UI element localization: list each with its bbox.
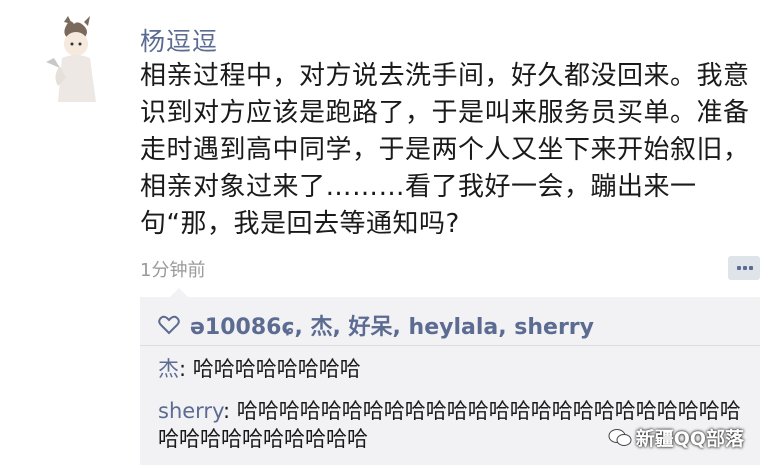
comment-separator: : (179, 357, 193, 381)
post-timestamp: 1分钟前 (140, 260, 206, 281)
avatar[interactable] (44, 14, 112, 104)
post-username[interactable]: 杨逗逗 (140, 22, 218, 58)
comment-separator: : (222, 399, 237, 423)
comment-item[interactable]: 杰: 哈哈哈哈哈哈哈哈 (158, 355, 754, 383)
comment-author[interactable]: sherry (158, 399, 223, 423)
dot-icon (743, 266, 747, 270)
dot-icon (737, 266, 741, 270)
likes-names[interactable]: ə10086ɕ, 杰, 好呆, heylala, sherry (190, 309, 594, 341)
heart-icon (158, 315, 180, 335)
watermark: 新疆QQ部落 (608, 424, 744, 451)
comment-button[interactable] (728, 256, 760, 280)
dot-icon (749, 266, 753, 270)
wechat-icon (608, 428, 632, 446)
comment-text: 哈哈哈哈哈哈哈哈 (192, 357, 361, 381)
interaction-box-pointer (170, 288, 188, 297)
watermark-text: 新疆QQ部落 (635, 428, 744, 450)
post-text: 相亲过程中，对方说去洗手间，好久都没回来。我意识到对方应该是跑路了，于是叫来服务… (140, 61, 750, 239)
divider (140, 345, 760, 346)
likes-row: ə10086ɕ, 杰, 好呆, heylala, sherry (158, 307, 594, 343)
comment-author[interactable]: 杰 (158, 357, 179, 381)
